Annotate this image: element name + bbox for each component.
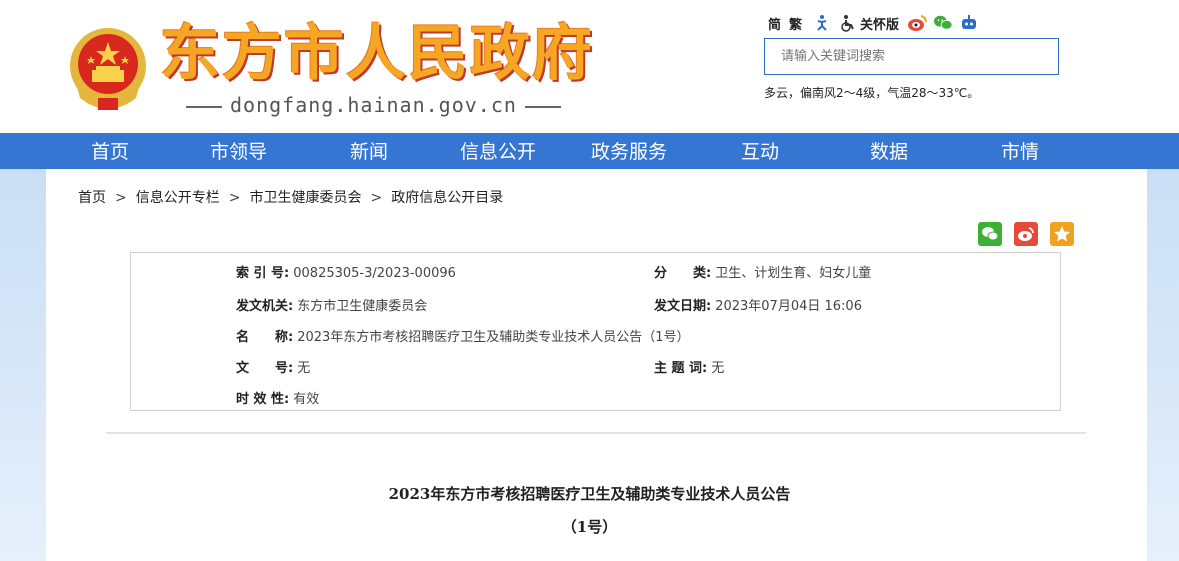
nav-item-home[interactable]: 首页 [91,133,129,169]
wheelchair-icon[interactable] [838,13,858,33]
breadcrumb-separator: > [370,190,383,206]
nav-item-city-info[interactable]: 市情 [1001,133,1039,169]
weibo-share-icon [1018,227,1034,241]
meta-topic-value: 无 [711,361,725,376]
domain-dash-left [186,105,222,108]
simplified-chinese-link[interactable]: 简 [768,14,781,33]
meta-docno: 文 号: 无 [236,357,310,376]
meta-name-label: 名 称: [236,330,294,345]
weibo-icon[interactable] [907,13,928,33]
meta-date: 发文日期: 2023年07月04日 16:06 [654,295,862,314]
meta-category-label: 分 类: [654,266,712,281]
nav-item-info-disclosure[interactable]: 信息公开 [460,133,536,169]
star-icon [1054,226,1070,242]
nav-item-leaders[interactable]: 市领导 [210,133,267,169]
nav-item-interaction[interactable]: 互动 [741,133,779,169]
wechat-share-icon [982,227,999,241]
meta-docno-label: 文 号: [236,361,294,376]
meta-validity-label: 时 效 性: [236,392,290,407]
document-subtitle: （1号） [561,518,618,536]
meta-validity: 时 效 性: 有效 [236,388,319,407]
share-wechat-button[interactable] [978,222,1002,246]
nav-item-data[interactable]: 数据 [870,133,908,169]
meta-category-value: 卫生、计划生育、妇女儿童 [715,266,872,281]
breadcrumb-health-commission[interactable]: 市卫生健康委员会 [249,190,361,206]
search-box [764,38,1059,75]
nav-item-gov-services[interactable]: 政务服务 [591,133,667,169]
meta-topic-label: 主 题 词: [654,361,708,376]
breadcrumb-info-column[interactable]: 信息公开专栏 [136,190,220,206]
accessibility-icon[interactable] [812,13,832,33]
site-title[interactable]: 东方市人民政府 [160,16,594,92]
site-domain-text: dongfang.hainan.gov.cn [230,93,517,117]
wechat-icon[interactable] [933,13,953,33]
national-emblem-icon [70,28,146,110]
search-input[interactable] [781,49,1041,64]
breadcrumb-info-catalog[interactable]: 政府信息公开目录 [391,190,503,206]
meta-docno-value: 无 [297,361,311,376]
meta-category: 分 类: 卫生、计划生育、妇女儿童 [654,262,871,281]
meta-topic: 主 题 词: 无 [654,357,724,376]
toolbar: 简 繁 关怀版 [768,12,985,34]
meta-issuer: 发文机关: 东方市卫生健康委员会 [236,295,427,314]
weather-info: 多云，偏南风2～4级，气温28～33℃。 [764,86,980,100]
meta-date-label: 发文日期: [654,299,712,314]
traditional-chinese-link[interactable]: 繁 [789,14,802,33]
meta-index-label: 索 引 号: [236,266,290,281]
main-nav: 首页 市领导 新闻 信息公开 政务服务 互动 数据 市情 [0,133,1179,169]
meta-issuer-label: 发文机关: [236,299,294,314]
elder-mode-link[interactable]: 关怀版 [860,14,899,33]
meta-name: 名 称: 2023年东方市考核招聘医疗卫生及辅助类专业技术人员公告（1号） [236,326,690,345]
breadcrumb: 首页 > 信息公开专栏 > 市卫生健康委员会 > 政府信息公开目录 [78,187,503,207]
domain-dash-right [524,105,561,108]
breadcrumb-separator: > [115,190,127,206]
meta-date-value: 2023年07月04日 16:06 [715,299,862,314]
breadcrumb-home[interactable]: 首页 [78,190,106,206]
meta-issuer-value: 东方市卫生健康委员会 [297,299,428,314]
meta-validity-value: 有效 [293,392,320,407]
site-domain: dongfang.hainan.gov.cn [178,93,569,117]
meta-index-value: 00825305-3/2023-00096 [293,266,456,281]
header: 东方市人民政府 dongfang.hainan.gov.cn 简 繁 关怀版 多… [0,0,1179,133]
content-divider [106,432,1086,434]
robot-icon[interactable] [959,13,979,33]
favorite-button[interactable] [1050,222,1074,246]
document-title: 2023年东方市考核招聘医疗卫生及辅助类专业技术人员公告 [388,485,791,503]
meta-index: 索 引 号: 00825305-3/2023-00096 [236,262,456,281]
meta-name-value: 2023年东方市考核招聘医疗卫生及辅助类专业技术人员公告（1号） [297,330,690,345]
share-weibo-button[interactable] [1014,222,1038,246]
nav-item-news[interactable]: 新闻 [350,133,388,169]
breadcrumb-separator: > [228,190,241,206]
